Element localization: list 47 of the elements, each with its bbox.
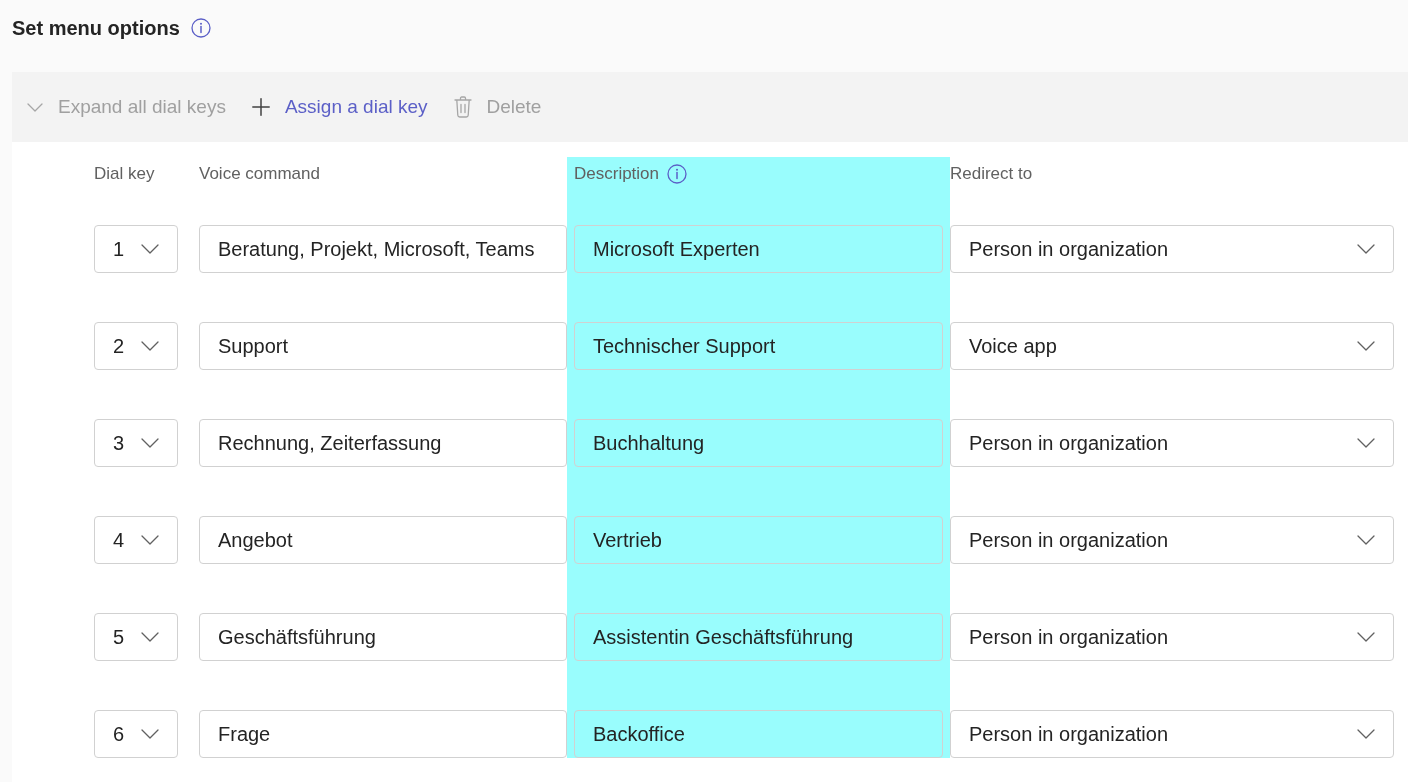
info-icon[interactable] bbox=[667, 164, 688, 184]
chevron-down-icon bbox=[141, 535, 159, 545]
description-field[interactable]: Microsoft Experten bbox=[574, 225, 943, 273]
description-field[interactable]: Technischer Support bbox=[574, 322, 943, 370]
redirect-dropdown[interactable]: Voice app bbox=[950, 322, 1394, 370]
chevron-down-icon bbox=[141, 632, 159, 642]
dial-key-dropdown[interactable]: 5 bbox=[94, 613, 178, 661]
voice-command-field[interactable]: Beratung, Projekt, Microsoft, Teams bbox=[199, 225, 567, 273]
chevron-down-icon bbox=[1357, 535, 1375, 545]
chevron-down-icon bbox=[1357, 632, 1375, 642]
chevron-down-icon bbox=[141, 438, 159, 448]
chevron-down-icon bbox=[1357, 438, 1375, 448]
chevron-down-icon bbox=[141, 244, 159, 254]
trash-icon bbox=[453, 96, 472, 118]
dial-key-dropdown[interactable]: 3 bbox=[94, 419, 178, 467]
description-field[interactable]: Assistentin Geschäftsführung bbox=[574, 613, 943, 661]
column-header: Description bbox=[574, 163, 660, 186]
assign-dial-key-button[interactable]: Assign a dial key bbox=[251, 87, 428, 127]
dial-key-dropdown[interactable]: 6 bbox=[94, 710, 178, 758]
column-header: Dial key bbox=[94, 163, 155, 186]
voice-command-field[interactable]: Support bbox=[199, 322, 567, 370]
chevron-down-icon bbox=[1357, 729, 1375, 739]
column-header: Redirect to bbox=[950, 163, 1033, 186]
voice-command-field[interactable]: Angebot bbox=[199, 516, 567, 564]
voice-command-field[interactable]: Frage bbox=[199, 710, 567, 758]
redirect-dropdown[interactable]: Person in organization bbox=[950, 613, 1394, 661]
description-field[interactable]: Vertrieb bbox=[574, 516, 943, 564]
section-title: Set menu options bbox=[12, 16, 180, 41]
dial-key-dropdown[interactable]: 4 bbox=[94, 516, 178, 564]
chevron-down-icon bbox=[141, 729, 159, 739]
column-header: Voice command bbox=[199, 163, 320, 186]
redirect-dropdown[interactable]: Person in organization bbox=[950, 225, 1394, 273]
dial-key-dropdown[interactable]: 1 bbox=[94, 225, 178, 273]
description-field[interactable]: Backoffice bbox=[574, 710, 943, 758]
dial-key-dropdown[interactable]: 2 bbox=[94, 322, 178, 370]
chevron-down-icon bbox=[141, 341, 159, 351]
redirect-dropdown[interactable]: Person in organization bbox=[950, 419, 1394, 467]
redirect-dropdown[interactable]: Person in organization bbox=[950, 710, 1394, 758]
description-field[interactable]: Buchhaltung bbox=[574, 419, 943, 467]
chevron-down-icon bbox=[27, 102, 43, 112]
plus-icon bbox=[251, 98, 270, 116]
info-icon[interactable] bbox=[190, 18, 211, 38]
redirect-dropdown[interactable]: Person in organization bbox=[950, 516, 1394, 564]
voice-command-field[interactable]: Geschäftsführung bbox=[199, 613, 567, 661]
chevron-down-icon bbox=[1357, 341, 1375, 351]
chevron-down-icon bbox=[1357, 244, 1375, 254]
voice-command-field[interactable]: Rechnung, Zeiterfassung bbox=[199, 419, 567, 467]
